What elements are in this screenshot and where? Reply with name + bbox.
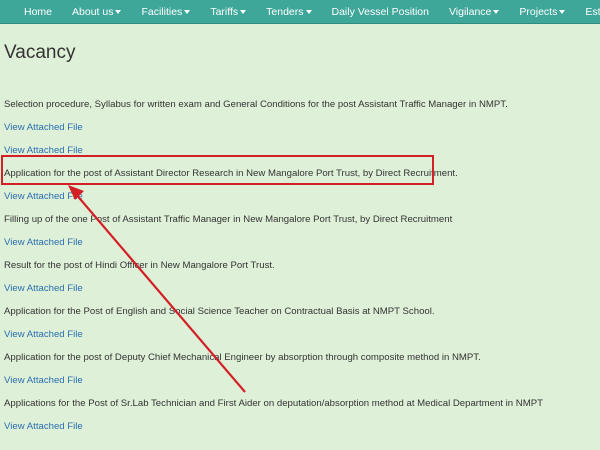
- caret-down-icon: [184, 9, 191, 14]
- vacancy-title: Applications for the Post of Sr.Lab Tech…: [4, 398, 543, 409]
- nav-item-label: Facilities: [141, 5, 183, 18]
- view-attached-file-link[interactable]: View Attached File: [4, 323, 83, 346]
- vacancy-list: Selection procedure, Syllabus for writte…: [4, 93, 594, 438]
- view-attached-file-link[interactable]: View Attached File: [4, 139, 83, 162]
- view-attached-file-link[interactable]: View Attached File: [4, 185, 83, 208]
- vacancy-title: Result for the post of Hindi Officer in …: [4, 260, 275, 271]
- view-attached-file-link[interactable]: View Attached File: [4, 277, 83, 300]
- caret-down-icon: [240, 9, 247, 14]
- vacancy-title: Application for the post of Deputy Chief…: [4, 352, 481, 363]
- nav-item-label: About us: [72, 5, 114, 18]
- vacancy-title: Application for the Post of English and …: [4, 306, 435, 317]
- view-attached-file-link[interactable]: View Attached File: [4, 415, 83, 438]
- view-attached-file-link[interactable]: View Attached File: [4, 369, 83, 392]
- nav-item-estate[interactable]: Estate: [575, 0, 600, 23]
- nav-item-label: Vigilance: [448, 5, 492, 18]
- nav-item-home[interactable]: Home: [14, 0, 62, 23]
- caret-down-icon: [115, 9, 122, 14]
- nav-item-label: Tariffs: [210, 5, 239, 18]
- nav-item-label: Home: [24, 5, 53, 18]
- nav-item-about-us[interactable]: About us: [62, 0, 131, 23]
- page-title: Vacancy: [4, 42, 76, 63]
- nav-item-projects[interactable]: Projects: [509, 0, 575, 23]
- vacancy-title: Selection procedure, Syllabus for writte…: [4, 99, 508, 110]
- nav-item-tariffs[interactable]: Tariffs: [200, 0, 256, 23]
- vacancy-title: Filling up of the one Post of Assistant …: [4, 214, 453, 225]
- nav-item-vigilance[interactable]: Vigilance: [439, 0, 509, 23]
- view-attached-file-link[interactable]: View Attached File: [4, 116, 83, 139]
- nav-item-label: Tenders: [266, 5, 304, 18]
- view-attached-file-link[interactable]: View Attached File: [4, 231, 83, 254]
- nav-item-label: Daily Vessel Position: [331, 5, 429, 18]
- nav-item-facilities[interactable]: Facilities: [131, 0, 200, 23]
- nav-item-label: Projects: [519, 5, 558, 18]
- caret-down-icon: [559, 9, 566, 14]
- nav-item-tenders[interactable]: Tenders: [256, 0, 321, 23]
- caret-down-icon: [305, 9, 312, 14]
- nav-item-daily-vessel-position[interactable]: Daily Vessel Position: [322, 0, 439, 23]
- vacancy-title: Application for the post of Assistant Di…: [4, 168, 458, 179]
- top-navbar: Home About us Facilities Tariffs Tenders Dail…: [0, 0, 600, 24]
- nav-item-label: Estate: [585, 5, 600, 18]
- caret-down-icon: [493, 9, 500, 14]
